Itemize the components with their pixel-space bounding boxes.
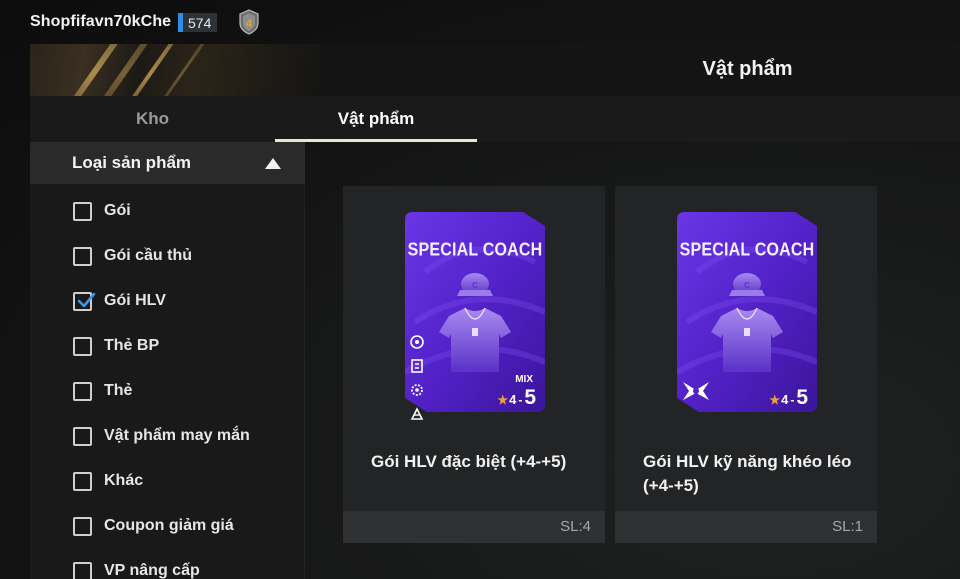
mix-tag: MIX <box>515 374 533 385</box>
filter-item-coupon-giam-gia[interactable]: Coupon giảm giá <box>73 514 234 538</box>
item-name: Gói HLV đặc biệt (+4-+5) <box>371 452 567 471</box>
checkbox[interactable] <box>73 246 92 266</box>
svg-text:C: C <box>744 281 750 290</box>
star-icon: ★ <box>769 393 781 407</box>
grade-min: 4 <box>781 392 789 407</box>
filter-label: Vật phẩm may mắn <box>104 427 250 444</box>
filter-item-goi-cau-thu[interactable]: Gói cầu thủ <box>73 244 192 268</box>
level-indicator: 574 <box>178 13 218 32</box>
item-name: Gói HLV kỹ năng khéo léo (+4-+5) <box>643 452 852 495</box>
item-card[interactable]: C SPECIAL COACH MIX ★ 4 - 5 Gói HLV đặc … <box>343 186 605 543</box>
checkbox[interactable] <box>73 516 92 536</box>
position-icon <box>410 335 424 349</box>
checkmark-icon <box>77 292 96 307</box>
card-footer: SL:1 <box>615 511 877 543</box>
grade-separator: - <box>790 393 795 407</box>
tab-bar: Kho Vật phẩm <box>30 96 960 142</box>
filter-label: Gói cầu thủ <box>104 247 192 264</box>
coach-pack-image: C SPECIAL COACH MIX ★ 4 - 5 <box>405 212 545 420</box>
item-card[interactable]: C SPECIAL COACH ★ 4 - 5 Gói HLV kỹ năng … <box>615 186 877 543</box>
checkbox-checked[interactable] <box>73 291 96 311</box>
checkbox[interactable] <box>73 561 92 579</box>
filter-label: Coupon giảm giá <box>104 517 234 534</box>
filter-item-goi[interactable]: Gói <box>73 199 131 223</box>
filter-label: Thẻ BP <box>104 337 160 354</box>
checkbox[interactable] <box>73 201 92 221</box>
filter-label: Thẻ <box>104 382 133 399</box>
filter-sidebar: Loại sản phẩm Gói Gói cầu thủ Gói HLV Th… <box>30 142 305 579</box>
filter-section-header[interactable]: Loại sản phẩm <box>30 142 305 184</box>
filter-item-the[interactable]: Thẻ <box>73 379 132 403</box>
level-number: 574 <box>188 14 212 31</box>
grade-range: ★ 4 - 5 <box>497 386 536 410</box>
pack-badge-icons <box>409 334 427 430</box>
filter-label: VP nâng cấp <box>104 562 200 579</box>
pack-title: SPECIAL COACH <box>679 240 815 261</box>
pack-title: SPECIAL COACH <box>407 240 543 261</box>
triangle-up-icon[interactable] <box>265 158 281 169</box>
svg-text:C: C <box>472 281 478 290</box>
skill-icon <box>410 407 424 420</box>
username: Shopfifavn70kChe <box>30 13 172 30</box>
filter-item-vat-pham-may-man[interactable]: Vật phẩm may mắn <box>73 424 250 448</box>
grade-max: 5 <box>796 386 808 409</box>
filter-item-khac[interactable]: Khác <box>73 469 143 493</box>
filter-label: Gói HLV <box>104 292 166 309</box>
rank-4-badge-icon[interactable]: 4 <box>237 9 261 35</box>
checkbox[interactable] <box>73 426 92 446</box>
coach-pack-image: C SPECIAL COACH ★ 4 - 5 <box>677 212 817 412</box>
item-grid: C SPECIAL COACH MIX ★ 4 - 5 Gói HLV đặc … <box>305 142 960 579</box>
header-banner: Vật phẩm <box>30 44 960 96</box>
checkbox[interactable] <box>73 336 92 356</box>
item-quantity: SL:4 <box>560 518 591 535</box>
filter-item-the-bp[interactable]: Thẻ BP <box>73 334 159 358</box>
grade-max: 5 <box>524 386 536 409</box>
filter-item-goi-hlv[interactable]: Gói HLV <box>73 289 166 313</box>
grade-range: ★ 4 - 5 <box>769 386 808 410</box>
grade-separator: - <box>518 393 523 407</box>
page-title: Vật phẩm <box>702 58 793 80</box>
tactic-icon <box>411 359 423 373</box>
card-footer: SL:4 <box>343 511 605 543</box>
filter-section-title: Loại sản phẩm <box>72 153 192 172</box>
tab-vat-pham[interactable]: Vật phẩm <box>275 96 477 142</box>
star-icon: ★ <box>497 393 509 407</box>
tab-kho[interactable]: Kho <box>30 96 275 142</box>
filter-label: Khác <box>104 472 144 489</box>
gear-icon <box>411 384 423 396</box>
grade-min: 4 <box>509 392 517 407</box>
svg-text:4: 4 <box>246 18 253 30</box>
dribbling-skill-icon <box>683 382 709 400</box>
item-quantity: SL:1 <box>832 518 863 535</box>
filter-label: Gói <box>104 202 131 219</box>
filter-item-vp-nang-cap[interactable]: VP nâng cấp <box>73 559 200 579</box>
checkbox[interactable] <box>73 471 92 491</box>
top-bar: Shopfifavn70kChe 574 4 <box>0 0 960 44</box>
checkbox[interactable] <box>73 381 92 401</box>
